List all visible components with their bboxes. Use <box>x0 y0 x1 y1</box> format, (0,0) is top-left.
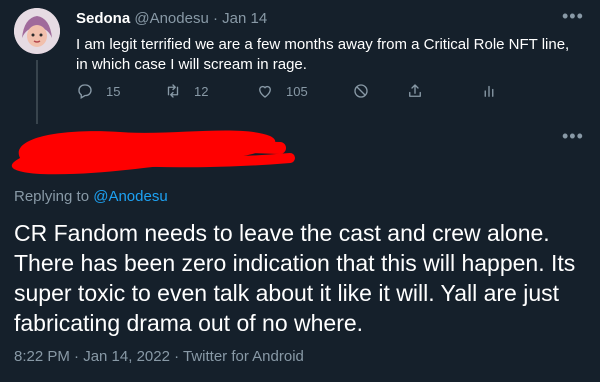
tweet-text: I am legit terrified we are a few months… <box>76 36 570 73</box>
replying-prefix: Replying to <box>14 188 90 205</box>
avatar-illustration <box>14 8 60 54</box>
redaction-scribble <box>11 130 295 175</box>
tweet-header: Sedona @Anodesu · Jan 14 <box>76 10 267 27</box>
tweet-meta[interactable]: 8:22 PM · Jan 14, 2022 · Twitter for And… <box>14 348 304 365</box>
display-name[interactable]: Sedona <box>76 10 130 27</box>
hide-reply-button[interactable] <box>352 82 382 100</box>
reply-icon <box>78 84 92 99</box>
replying-to: Replying to @Anodesu <box>14 188 168 205</box>
like-count: 105 <box>286 83 308 99</box>
handle[interactable]: @Anodesu <box>134 10 208 27</box>
share-icon <box>409 84 421 97</box>
share-button[interactable] <box>406 82 436 100</box>
retweet-count: 12 <box>194 83 209 99</box>
avatar[interactable] <box>14 8 60 54</box>
more-options-button[interactable]: ••• <box>562 6 584 27</box>
block-icon <box>354 84 368 98</box>
analytics-button[interactable] <box>480 82 510 100</box>
thread-line <box>36 60 38 124</box>
reply-button[interactable]: 15 <box>76 82 120 100</box>
tweet-actions: 15 12 105 <box>76 82 516 102</box>
like-button[interactable]: 105 <box>256 82 308 100</box>
heart-icon <box>259 85 271 98</box>
retweet-icon <box>167 84 179 98</box>
analytics-icon <box>484 85 494 97</box>
retweet-button[interactable]: 12 <box>164 82 208 100</box>
reply-count: 15 <box>106 83 121 99</box>
separator: · <box>212 10 218 27</box>
more-options-button-2[interactable]: ••• <box>562 126 584 147</box>
replying-handle-link[interactable]: @Anodesu <box>93 188 167 205</box>
tweet-date[interactable]: Jan 14 <box>222 10 267 27</box>
tweet-main-text: CR Fandom needs to leave the cast and cr… <box>14 220 576 336</box>
